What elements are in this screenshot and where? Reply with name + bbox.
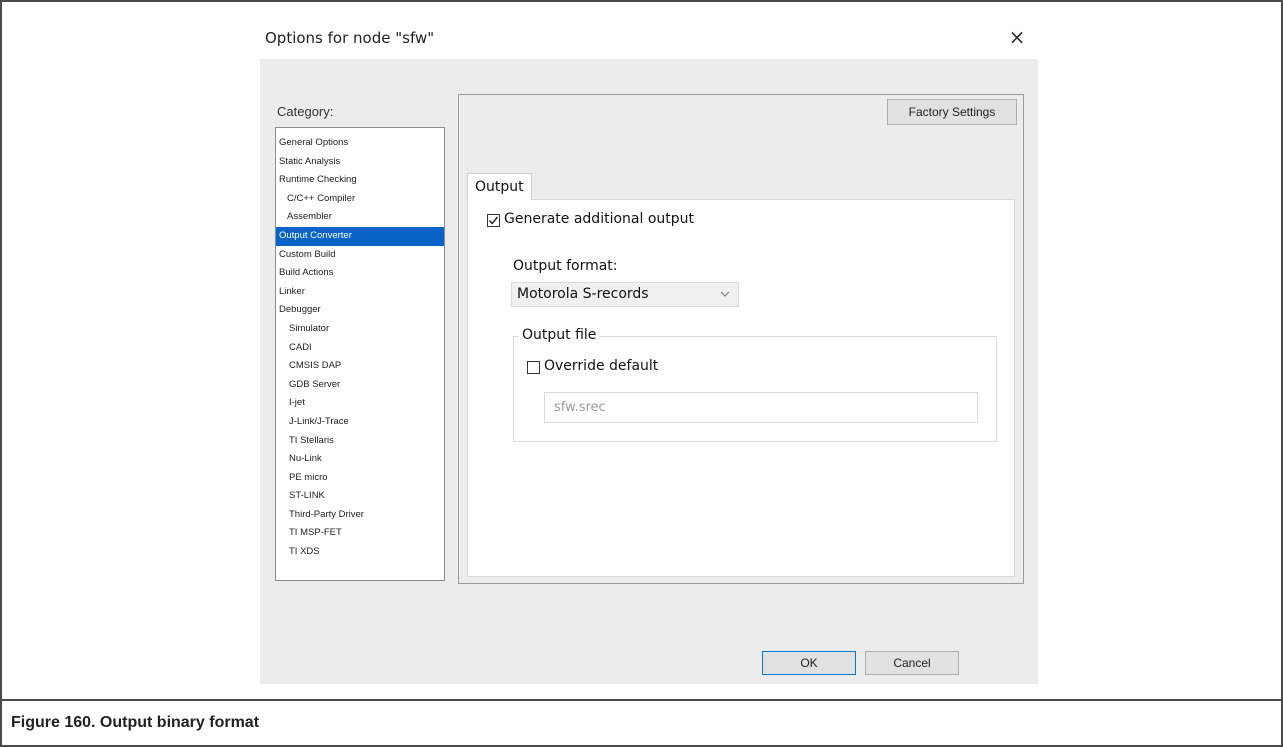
figure-caption: Figure 160. Output binary format: [11, 714, 260, 731]
category-item[interactable]: General Options: [276, 134, 444, 153]
category-item[interactable]: Nu-Link: [276, 450, 444, 469]
category-item[interactable]: CADI: [276, 339, 444, 358]
tab-content-output: Generate additional output Output format…: [467, 199, 1015, 577]
chevron-down-icon: [720, 291, 730, 297]
override-default-label: Override default: [544, 358, 659, 374]
category-item[interactable]: TI MSP-FET: [276, 524, 444, 543]
category-item[interactable]: TI XDS: [276, 543, 444, 562]
tab-output[interactable]: Output: [467, 173, 532, 200]
category-item[interactable]: Custom Build: [276, 246, 444, 265]
category-item[interactable]: Debugger: [276, 301, 444, 320]
caption-divider: [2, 699, 1281, 701]
category-item[interactable]: Runtime Checking: [276, 171, 444, 190]
generate-output-checkbox[interactable]: [487, 214, 500, 227]
category-item[interactable]: GDB Server: [276, 376, 444, 395]
options-panel: Factory Settings Output Generate additio…: [458, 94, 1024, 584]
document-frame: Options for node "sfw" × Category: Gener…: [0, 0, 1283, 747]
category-item[interactable]: PE micro: [276, 469, 444, 488]
output-format-label: Output format:: [513, 258, 618, 274]
dialog-title: Options for node "sfw": [265, 29, 435, 47]
close-icon[interactable]: ×: [1006, 26, 1028, 48]
category-item[interactable]: Linker: [276, 283, 444, 302]
category-item[interactable]: Output Converter: [276, 226, 444, 246]
dialog-titlebar: Options for node "sfw" ×: [260, 17, 1038, 59]
category-item[interactable]: CMSIS DAP: [276, 357, 444, 376]
category-item[interactable]: ST-LINK: [276, 487, 444, 506]
factory-settings-button[interactable]: Factory Settings: [887, 99, 1017, 125]
override-default-checkbox[interactable]: [527, 361, 540, 374]
output-filename-field[interactable]: sfw.srec: [544, 392, 978, 423]
category-item[interactable]: C/C++ Compiler: [276, 190, 444, 209]
category-item[interactable]: J-Link/J-Trace: [276, 413, 444, 432]
generate-output-label: Generate additional output: [504, 211, 694, 227]
options-dialog: Options for node "sfw" × Category: Gener…: [260, 17, 1038, 684]
ok-button[interactable]: OK: [762, 651, 856, 675]
category-label: Category:: [277, 104, 334, 119]
category-item[interactable]: Third-Party Driver: [276, 506, 444, 525]
category-item[interactable]: Build Actions: [276, 264, 444, 283]
output-format-value: Motorola S-records: [517, 286, 649, 302]
output-file-group: Output file Override default sfw.srec: [513, 327, 997, 442]
category-item[interactable]: Simulator: [276, 320, 444, 339]
category-item[interactable]: TI Stellaris: [276, 432, 444, 451]
output-file-group-title: Output file: [519, 327, 600, 343]
category-item[interactable]: Static Analysis: [276, 153, 444, 172]
category-list[interactable]: General Options Static Analysis Runtime Ch…: [275, 127, 445, 581]
category-item[interactable]: I-jet: [276, 394, 444, 413]
output-format-select[interactable]: Motorola S-records: [511, 282, 739, 307]
cancel-button[interactable]: Cancel: [865, 651, 959, 675]
category-item[interactable]: Assembler: [276, 208, 444, 227]
checkmark-icon: [488, 216, 499, 225]
